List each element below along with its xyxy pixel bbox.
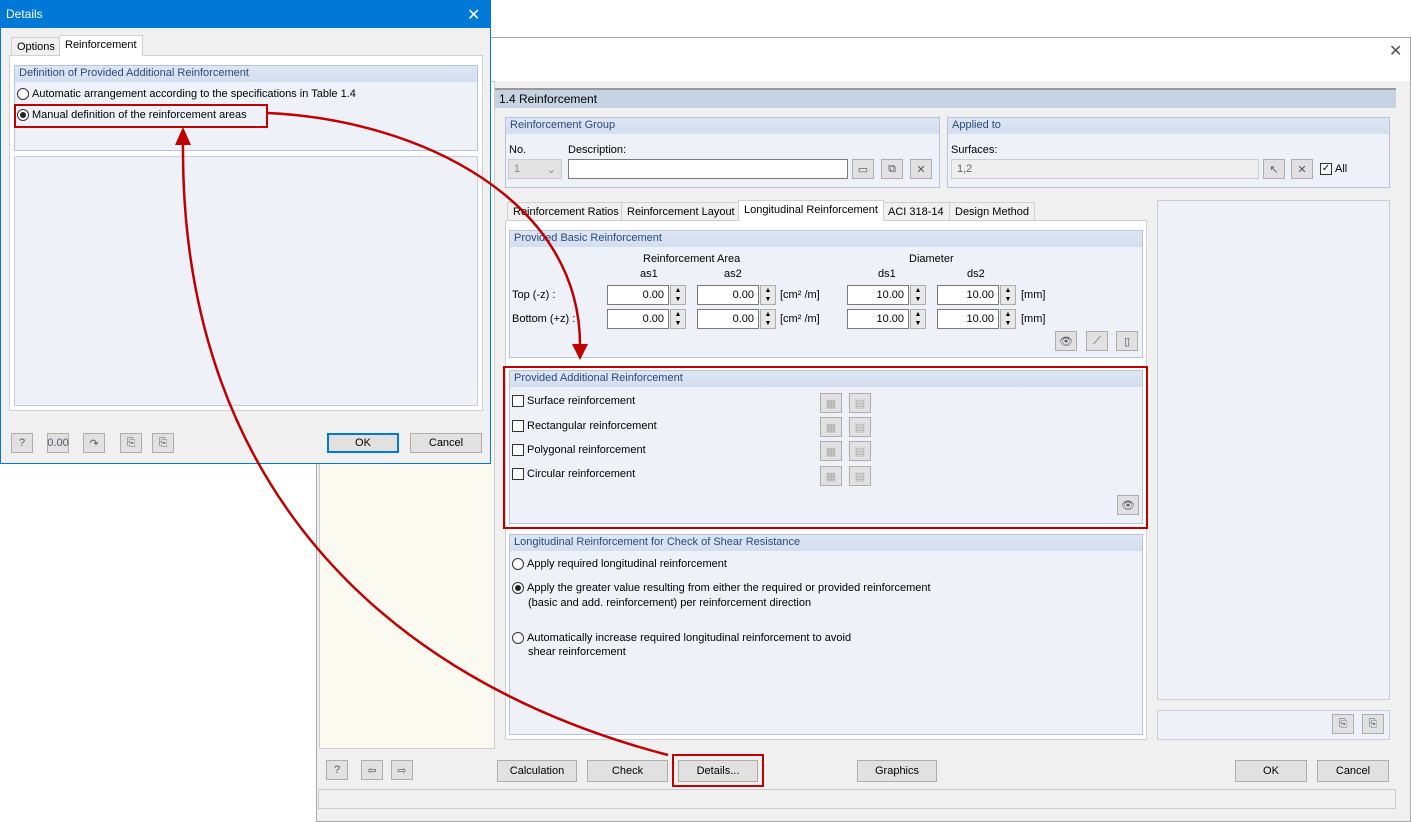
arrow-to-manual	[181, 141, 669, 757]
arrow-to-additional	[267, 111, 582, 346]
tab-reinforcement[interactable]: Reinforcement	[59, 35, 143, 56]
arrowhead-up	[175, 127, 191, 145]
arrowhead-down	[572, 344, 588, 360]
annotation-arrows	[175, 111, 669, 757]
tab-longitudinal-reinforcement[interactable]: Longitudinal Reinforcement	[738, 200, 884, 221]
